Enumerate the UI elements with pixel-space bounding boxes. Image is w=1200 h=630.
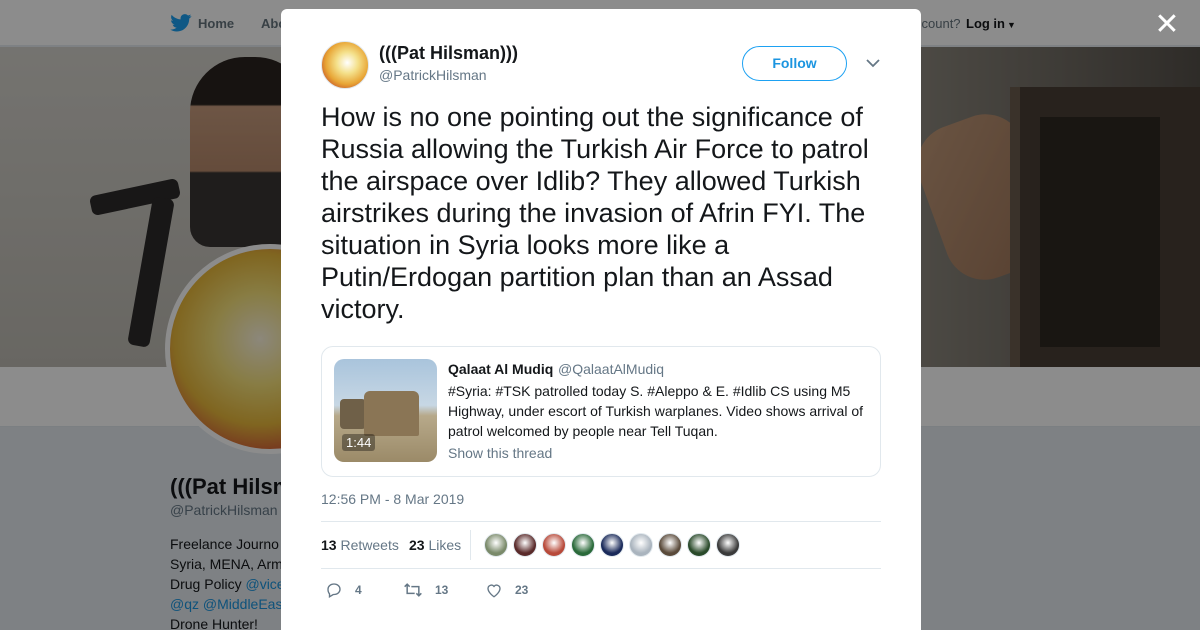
liker-avatar[interactable]: [687, 533, 711, 557]
liker-avatar[interactable]: [629, 533, 653, 557]
video-thumbnail[interactable]: 1:44: [334, 359, 437, 462]
chevron-down-icon[interactable]: [863, 55, 883, 71]
close-icon[interactable]: ✕: [1152, 10, 1182, 40]
quoted-tweet[interactable]: 1:44 Qalaat Al Mudiq @QalaatAlMudiq #Syr…: [321, 346, 881, 477]
reply-button[interactable]: 4: [325, 581, 362, 599]
engagement-stats: 13 Retweets 23 Likes: [321, 521, 881, 569]
show-thread-link[interactable]: Show this thread: [448, 445, 552, 461]
retweet-count: 13: [435, 583, 449, 597]
author-avatar[interactable]: [321, 41, 369, 89]
reply-count: 4: [355, 583, 362, 597]
like-button[interactable]: 23: [485, 581, 528, 599]
liker-avatars: [484, 533, 740, 557]
liker-avatar[interactable]: [716, 533, 740, 557]
liker-avatar[interactable]: [600, 533, 624, 557]
author-name[interactable]: (((Pat Hilsman))): [379, 43, 518, 64]
heart-icon: [487, 584, 501, 598]
divider: [470, 530, 471, 560]
tweet-modal: (((Pat Hilsman))) @PatrickHilsman Follow…: [281, 9, 921, 630]
reply-icon: [327, 583, 341, 598]
liker-avatar[interactable]: [484, 533, 508, 557]
liker-avatar[interactable]: [571, 533, 595, 557]
tweet-actions: 4 13 23: [321, 579, 881, 603]
follow-button[interactable]: Follow: [742, 46, 847, 81]
tweet-timestamp[interactable]: 12:56 PM - 8 Mar 2019: [321, 491, 464, 507]
retweet-icon: [404, 583, 422, 597]
author-handle[interactable]: @PatrickHilsman: [379, 67, 487, 83]
like-count: 23: [515, 583, 529, 597]
quote-text: #Syria: #TSK patrolled today S. #Aleppo …: [448, 383, 864, 439]
retweet-button[interactable]: 13: [403, 581, 448, 599]
retweets-stat[interactable]: 13 Retweets: [321, 537, 399, 553]
tweet-text: How is no one pointing out the significa…: [321, 102, 869, 324]
liker-avatar[interactable]: [542, 533, 566, 557]
video-duration: 1:44: [342, 434, 376, 451]
quote-author-name: Qalaat Al Mudiq: [448, 361, 554, 377]
liker-avatar[interactable]: [513, 533, 537, 557]
likes-stat[interactable]: 23 Likes: [409, 537, 461, 553]
quote-author-handle: @QalaatAlMudiq: [558, 361, 665, 377]
liker-avatar[interactable]: [658, 533, 682, 557]
